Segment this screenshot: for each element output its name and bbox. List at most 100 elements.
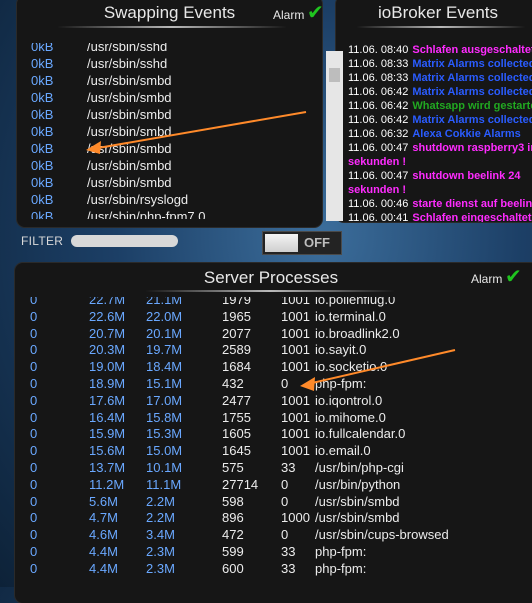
table-cell: 17.6M [89, 392, 126, 408]
table-cell: io.broadlink2.0 [315, 325, 400, 341]
table-cell: 20.7M [89, 325, 126, 341]
swap-size: 0kB [31, 192, 54, 207]
event-item: 11.06. 00:46 starte dienst auf beelink [348, 197, 532, 211]
scrollbar-thumb[interactable] [329, 68, 340, 82]
event-time: 11.06. 08:33 [348, 58, 409, 70]
table-cell: 0 [30, 342, 38, 358]
table-cell: /usr/bin/python [315, 476, 401, 492]
table-cell: 0 [30, 544, 38, 559]
toggle-knob[interactable] [265, 234, 298, 252]
table-cell: 1645 [222, 443, 251, 459]
title-underline [145, 290, 395, 292]
table-cell: 18.9M [89, 376, 126, 391]
swap-process: /usr/sbin/smbd [87, 158, 172, 173]
table-cell: 1605 [222, 426, 251, 442]
title-underline [57, 26, 287, 28]
event-item: sekunden ! [348, 183, 532, 197]
table-cell: 1001 [281, 409, 310, 425]
event-message: Matrix Alarms collected [412, 72, 532, 84]
event-message: Matrix Alarms collected [412, 114, 532, 126]
event-item: sekunden ! [348, 155, 532, 169]
event-item: 11.06. 06:42 Whatsapp wird gestartet [348, 99, 532, 113]
server-processes-list[interactable]: 0 22.7M 21.1M 1979 1001 io.pollenflug.0 0 22.6M… [0, 297, 532, 587]
table-cell: 1001 [281, 297, 310, 307]
table-cell: 598 [222, 493, 244, 509]
event-item: 11.06. 06:32 Alexa Cokkie Alarms [348, 127, 532, 141]
iobroker-events-title: ioBroker Events [378, 3, 498, 22]
table-cell: 15.0M [146, 443, 183, 459]
table-cell: 600 [222, 560, 244, 576]
filter-input[interactable] [71, 235, 178, 247]
table-cell: 15.8M [146, 409, 183, 425]
table-cell: 2.2M [146, 493, 175, 509]
table-cell: 1001 [281, 325, 310, 341]
table-cell: 1001 [281, 308, 310, 324]
table-cell: 1755 [222, 409, 251, 425]
event-time: 11.06. 08:33 [348, 72, 409, 84]
alarm-label: Alarm [471, 272, 503, 286]
table-cell: 0 [281, 476, 289, 492]
table-cell: 4.4M [89, 544, 118, 559]
table-cell: 33 [281, 544, 296, 559]
event-time: 11.06. 00:46 [348, 198, 409, 210]
swap-size: 0kB [31, 209, 54, 219]
swap-process: /usr/sbin/smbd [87, 90, 172, 105]
swap-size: 0kB [31, 43, 54, 54]
swapping-events-list[interactable]: 0kB/usr/sbin/sshd 0kB/usr/sbin/sshd 0kB/us… [17, 43, 322, 219]
table-cell: io.socketio.0 [315, 359, 388, 375]
event-message: Matrix Alarms collected [412, 86, 532, 98]
table-cell: 16.4M [89, 409, 126, 425]
table-cell: php-fpm: [315, 544, 367, 559]
table-cell: 0 [30, 426, 38, 442]
table-cell: 18.4M [146, 359, 183, 375]
table-cell: 15.6M [89, 443, 126, 459]
table-cell: 0 [30, 560, 38, 576]
table-row: 0 13.7M 10.1M 575 33/usr/bin/php-cgi [0, 459, 532, 476]
table-cell: 20.1M [146, 325, 183, 341]
table-cell: io.mihome.0 [315, 409, 386, 425]
table-cell: 1001 [281, 342, 310, 358]
table-cell: 0 [30, 297, 38, 307]
server-processes-title: Server Processes [203, 268, 339, 287]
table-cell: 2589 [222, 342, 251, 358]
swap-process: /usr/sbin/smbd [87, 124, 172, 139]
swap-process: /usr/sbin/smbd [87, 141, 172, 156]
table-cell: 5.6M [89, 493, 118, 509]
table-cell: /usr/sbin/smbd [315, 493, 400, 509]
table-cell: 33 [281, 560, 296, 576]
table-cell: 15.3M [146, 426, 183, 442]
table-row: 0 15.6M 15.0M 1645 1001 io.email.0 [0, 442, 532, 459]
table-cell: 20.3M [89, 342, 126, 358]
table-row: 0 22.7M 21.1M 1979 1001 io.pollenflug.0 [0, 297, 532, 308]
table-cell: 0 [30, 308, 38, 324]
event-message: Whatsapp wird gestartet [412, 100, 532, 112]
table-cell: 0 [30, 376, 38, 391]
iobroker-events-list[interactable]: 11.06. 08:40 Schlafen ausgeschaltet 11.06.… [348, 42, 532, 222]
table-cell: 0 [281, 376, 289, 391]
swap-size: 0kB [31, 90, 54, 105]
filter-toggle[interactable]: OFF [262, 231, 342, 255]
table-cell: 2477 [222, 392, 251, 408]
table-row: 0 4.6M 3.4M 472 0/usr/sbin/cups-browsed [0, 526, 532, 543]
event-time: 11.06. 00:47 [348, 170, 409, 182]
event-message: Schlafen eingeschaltet [412, 212, 532, 222]
table-cell: 0 [30, 476, 38, 492]
event-time: 11.06. 00:41 [348, 212, 409, 222]
table-row: 0 18.9M 15.1M 432 0 php-fpm: [0, 375, 532, 392]
table-cell: 15.1M [146, 376, 183, 391]
table-cell: 10.1M [146, 460, 183, 475]
table-cell: 11.1M [146, 476, 182, 492]
table-row: 0 5.6M 2.2M 598 0/usr/sbin/smbd [0, 493, 532, 510]
table-cell: 0 [30, 392, 38, 408]
filter-label: FILTER [21, 234, 64, 248]
checkmark-icon: ✔ [505, 266, 522, 288]
swap-size: 0kB [31, 73, 54, 88]
swap-size: 0kB [31, 141, 54, 156]
swap-process: /usr/sbin/rsyslogd [87, 192, 189, 207]
iobroker-scrollbar[interactable] [326, 51, 343, 221]
table-cell: 2.3M [146, 544, 175, 559]
table-cell: 1000 [281, 510, 310, 526]
table-cell: io.email.0 [315, 443, 371, 459]
swap-size: 0kB [31, 107, 54, 122]
table-row: 0 4.7M 2.2M 896 1000/usr/sbin/smbd [0, 509, 532, 526]
